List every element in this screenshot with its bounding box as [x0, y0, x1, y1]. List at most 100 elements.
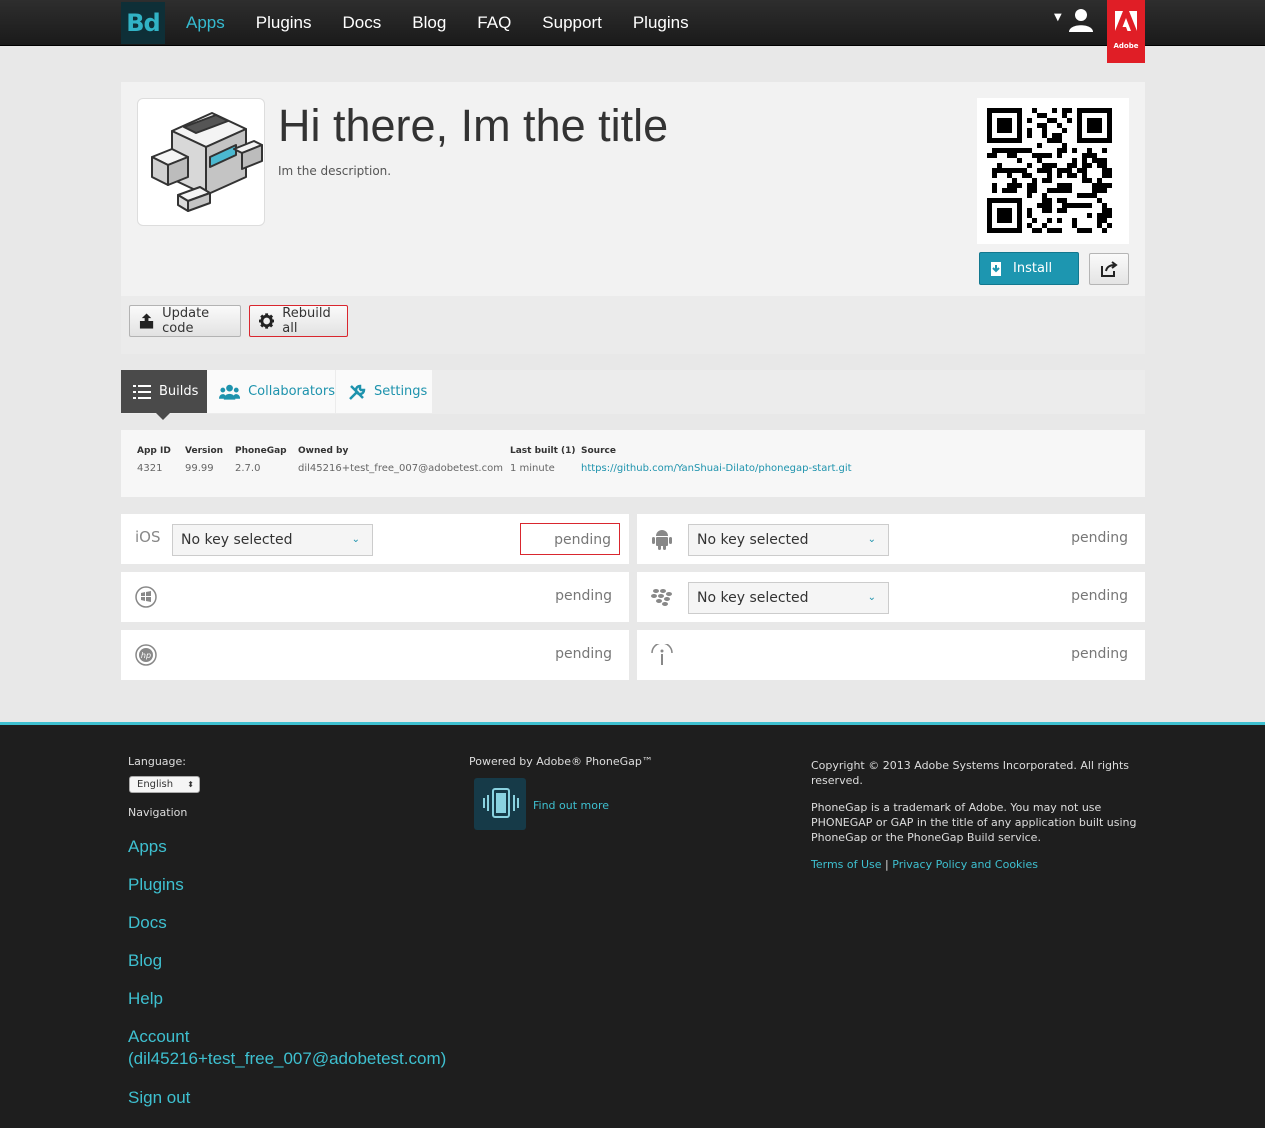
terms-link[interactable]: Terms of Use: [811, 858, 882, 871]
tab-builds[interactable]: Builds: [121, 370, 207, 420]
nav-plugins-2[interactable]: Plugins: [633, 0, 689, 46]
build-row-android: No key selected ⌄ pending: [637, 514, 1145, 564]
meta-source: Source https://github.com/YanShuai-Dilat…: [581, 446, 852, 474]
footer-link-plugins[interactable]: Plugins: [128, 874, 448, 895]
blackberry-icon: [651, 589, 672, 606]
symbian-icon: [651, 644, 673, 665]
adobe-logo[interactable]: Adobe: [1107, 0, 1145, 63]
key-select-value: No key selected: [181, 532, 293, 548]
build-row-webos: hp pending: [121, 630, 629, 680]
language-value: English: [137, 779, 174, 790]
build-row-symbian: pending: [637, 630, 1145, 680]
android-icon: [652, 530, 672, 550]
blackberry-build-status[interactable]: pending: [1071, 588, 1128, 604]
windows-build-status[interactable]: pending: [555, 588, 612, 604]
nav-blog[interactable]: Blog: [412, 0, 446, 46]
meta-label: Version: [185, 446, 224, 456]
install-icon: [991, 261, 1001, 276]
install-label: Install: [1013, 261, 1053, 276]
robot-app-icon: [151, 112, 263, 212]
meta-value: dil45216+test_free_007@adobetest.com: [298, 463, 503, 474]
build-row-windows: pending: [121, 572, 629, 622]
main-nav: Apps Plugins Docs Blog FAQ Support Plugi…: [186, 0, 720, 46]
footer-link-apps[interactable]: Apps: [128, 836, 448, 857]
app-header-card: Hi there, Im the title Im the descriptio…: [121, 82, 1145, 354]
meta-phonegap: PhoneGap 2.7.0: [235, 446, 287, 474]
share-icon: [1101, 261, 1118, 277]
tab-collaborators-label: Collaborators: [248, 384, 335, 399]
meta-value: 2.7.0: [235, 463, 261, 474]
user-icon: [1069, 9, 1093, 32]
meta-owner: Owned by dil45216+test_free_007@adobetes…: [298, 446, 503, 474]
footer-link-account[interactable]: Account (dil45216+test_free_007@adobetes…: [128, 1026, 448, 1070]
nav-apps[interactable]: Apps: [186, 0, 225, 46]
meta-app-id: App ID 4321: [137, 446, 171, 474]
trademark-text: PhoneGap is a trademark of Adobe. You ma…: [811, 801, 1137, 844]
app-icon: [137, 98, 265, 226]
app-description: Im the description.: [278, 164, 392, 178]
upload-icon: [139, 313, 154, 329]
footer-link-sign-out[interactable]: Sign out: [128, 1087, 448, 1108]
build-row-ios: iOS No key selected ⌄ pending: [121, 514, 629, 564]
tab-settings[interactable]: Settings: [336, 370, 432, 413]
legal-block: Copyright © 2013 Adobe Systems Incorpora…: [811, 758, 1141, 884]
qr-code: [977, 98, 1129, 244]
source-link[interactable]: https://github.com/YanShuai-Dilato/phone…: [581, 463, 852, 474]
adobe-mark-icon: [1107, 0, 1145, 42]
footer-link-help[interactable]: Help: [128, 988, 448, 1009]
ios-key-select[interactable]: No key selected ⌄: [172, 524, 373, 556]
rebuild-all-button[interactable]: Rebuild all: [249, 305, 348, 337]
build-logo[interactable]: Bd: [121, 2, 165, 44]
tab-collaborators[interactable]: Collaborators: [207, 370, 335, 413]
share-button[interactable]: [1089, 253, 1129, 285]
blackberry-key-select[interactable]: No key selected ⌄: [688, 582, 889, 614]
people-icon: [219, 384, 241, 400]
caret-down-icon: ▼: [1054, 12, 1062, 23]
footer-link-docs[interactable]: Docs: [128, 912, 448, 933]
app-title: Hi there, Im the title: [278, 100, 669, 151]
meta-label: PhoneGap: [235, 446, 287, 456]
tab-settings-label: Settings: [374, 384, 428, 399]
chevron-down-icon: ⌄: [351, 534, 360, 545]
ios-build-status[interactable]: pending: [520, 523, 620, 555]
legal-links: Terms of Use | Privacy Policy and Cookie…: [811, 858, 1038, 871]
update-code-label: Update code: [162, 306, 210, 336]
find-out-more-link[interactable]: Find out more: [533, 799, 609, 812]
meta-value: 1 minute: [510, 463, 555, 474]
hp-webos-icon: hp: [135, 644, 157, 666]
ios-icon: iOS: [135, 528, 161, 546]
windows-icon: [135, 586, 157, 608]
android-key-select[interactable]: No key selected ⌄: [688, 524, 889, 556]
nav-docs[interactable]: Docs: [343, 0, 382, 46]
android-build-status[interactable]: pending: [1071, 530, 1128, 546]
nav-support[interactable]: Support: [542, 0, 602, 46]
meta-last-built: Last built (1) 1 minute: [510, 446, 576, 474]
key-select-value: No key selected: [697, 532, 809, 548]
nav-plugins[interactable]: Plugins: [256, 0, 312, 46]
footer-link-blog[interactable]: Blog: [128, 950, 448, 971]
top-navbar: Bd Apps Plugins Docs Blog FAQ Support Pl…: [0, 0, 1265, 63]
adobe-wordmark: Adobe: [1113, 42, 1139, 50]
language-select[interactable]: English ⬍: [129, 776, 200, 793]
wrench-icon: [349, 384, 366, 400]
gear-icon: [259, 313, 275, 329]
build-row-blackberry: No key selected ⌄ pending: [637, 572, 1145, 622]
install-button[interactable]: Install: [979, 252, 1079, 285]
svg-text:hp: hp: [141, 651, 151, 660]
privacy-link[interactable]: Privacy Policy and Cookies: [892, 858, 1038, 871]
meta-label: Owned by: [298, 446, 349, 456]
footer-nav: Apps Plugins Docs Blog Help Account (dil…: [128, 836, 448, 1125]
list-icon: [133, 384, 151, 399]
qr-code-icon: [987, 108, 1112, 233]
meta-label: Last built (1): [510, 446, 576, 456]
copyright-text: Copyright © 2013 Adobe Systems Incorpora…: [811, 759, 1130, 787]
symbian-build-status[interactable]: pending: [1071, 646, 1128, 662]
key-select-value: No key selected: [697, 590, 809, 606]
webos-build-status[interactable]: pending: [555, 646, 612, 662]
footer: Language: English ⬍ Navigation Apps Plug…: [0, 722, 1265, 1128]
language-label: Language:: [128, 755, 186, 768]
update-code-button[interactable]: Update code: [129, 305, 241, 337]
phonegap-logo[interactable]: [474, 778, 526, 830]
nav-faq[interactable]: FAQ: [477, 0, 511, 46]
meta-value: 99.99: [185, 463, 214, 474]
